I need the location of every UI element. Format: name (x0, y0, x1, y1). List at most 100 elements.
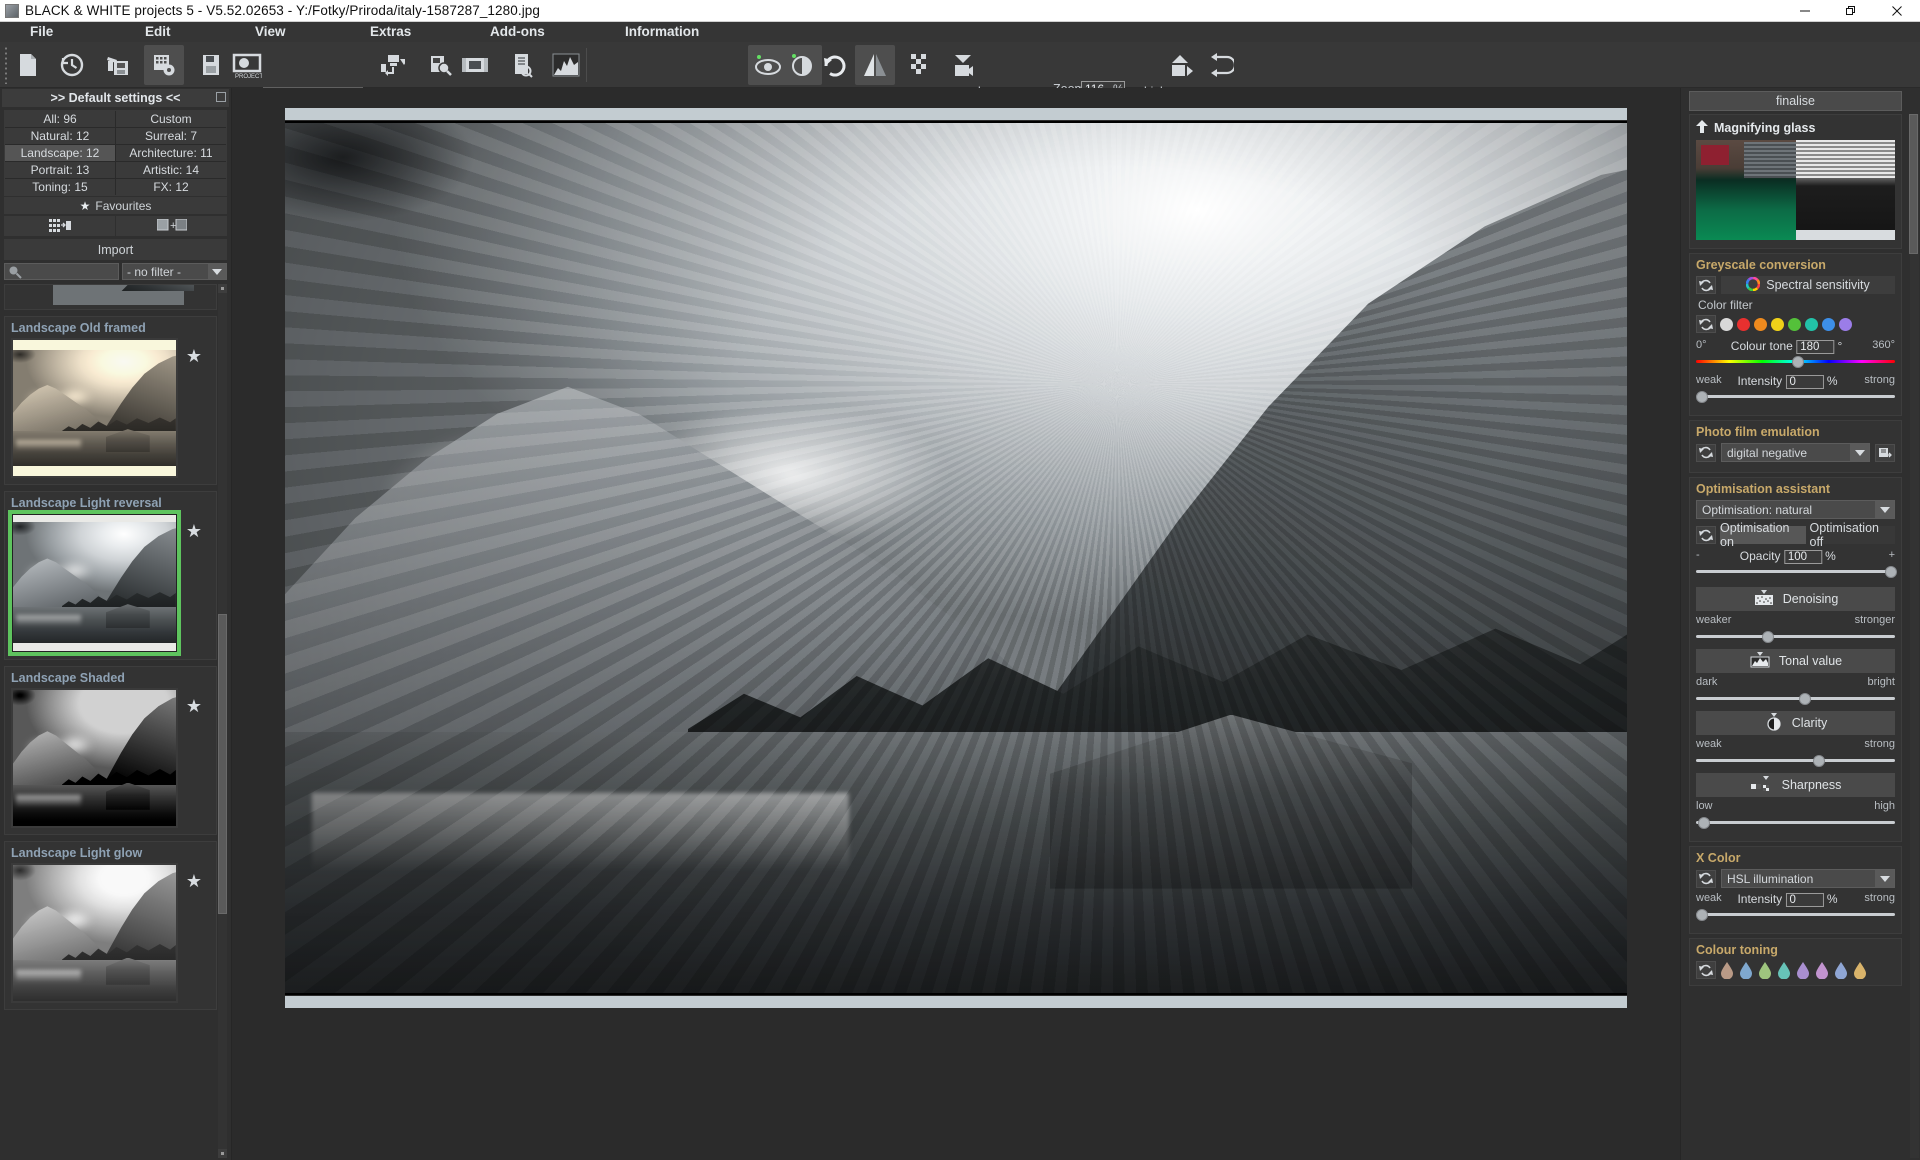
tone-drop-brown[interactable] (1719, 961, 1735, 980)
tone-drop-magenta[interactable] (1814, 961, 1830, 980)
search-input[interactable] (4, 263, 119, 280)
swatch-orange[interactable] (1754, 317, 1767, 331)
reset-icon[interactable] (1696, 315, 1716, 333)
preset-scrollbar[interactable] (218, 284, 227, 1158)
category-architecture[interactable]: Architecture: 11 (116, 145, 226, 161)
swatch-white[interactable] (1720, 317, 1733, 331)
sharpness-button[interactable]: Sharpness (1696, 773, 1895, 797)
preset-favourite-star[interactable]: ★ (178, 338, 210, 478)
chevron-down-icon[interactable] (1875, 501, 1894, 518)
magnifier-preview[interactable] (1696, 140, 1895, 240)
chevron-down-icon[interactable] (1875, 870, 1894, 887)
x-color-intensity-input[interactable]: 0 (1785, 892, 1824, 907)
fit-right-button[interactable] (1160, 45, 1200, 85)
scroll-down-button[interactable] (218, 1149, 227, 1158)
opacity-knob[interactable] (1885, 566, 1898, 578)
tonal-value-button[interactable]: Tonal value (1696, 649, 1895, 673)
minimize-button[interactable] (1782, 0, 1828, 22)
category-natural[interactable]: Natural: 12 (5, 128, 115, 144)
tone-drop-teal[interactable] (1776, 961, 1792, 980)
film-combo[interactable]: digital negative (1721, 443, 1870, 462)
default-settings-bar[interactable]: >> Default settings << (2, 89, 229, 107)
filmstrip-button[interactable] (455, 45, 495, 85)
sharpness-knob[interactable] (1697, 817, 1710, 829)
new-document-button[interactable] (8, 45, 48, 85)
flip-vertical-button[interactable] (1201, 45, 1241, 85)
x-color-combo[interactable]: HSL illumination (1721, 869, 1895, 888)
compare-presets-button[interactable]: + (116, 216, 227, 236)
tone-drop-periwinkle[interactable] (1833, 961, 1849, 980)
reset-icon[interactable] (1696, 526, 1716, 544)
save-preset-grid-button[interactable] (4, 216, 115, 236)
menu-view[interactable]: View (255, 22, 286, 42)
tone-drop-blue[interactable] (1738, 961, 1754, 980)
reset-icon[interactable] (1696, 961, 1716, 979)
restore-button[interactable] (1828, 0, 1874, 22)
preset-item-partial[interactable] (4, 284, 217, 310)
colour-tone-input[interactable]: 180 (1796, 339, 1835, 354)
colour-tone-slider[interactable] (1696, 356, 1895, 368)
category-artistic[interactable]: Artistic: 14 (116, 162, 226, 178)
swatch-teal[interactable] (1805, 317, 1818, 331)
x-color-intensity-slider[interactable] (1696, 909, 1895, 921)
category-landscape[interactable]: Landscape: 12 (5, 145, 115, 161)
preset-favourite-star[interactable]: ★ (178, 688, 210, 828)
save-button[interactable] (191, 45, 231, 85)
category-all[interactable]: All: 96 (5, 111, 115, 127)
clarity-button[interactable]: Clarity (1696, 711, 1895, 735)
projects-button[interactable]: PROJECTS (227, 45, 267, 85)
adjustments-scroll-thumb[interactable] (1909, 114, 1918, 254)
reset-icon[interactable] (1696, 443, 1716, 462)
category-surreal[interactable]: Surreal: 7 (116, 128, 226, 144)
menu-file[interactable]: File (30, 22, 53, 42)
category-fx[interactable]: FX: 12 (116, 179, 226, 195)
checker-button[interactable] (900, 45, 940, 85)
close-button[interactable] (1874, 0, 1920, 22)
menu-extras[interactable]: Extras (370, 22, 411, 42)
panel-detach-icon[interactable] (216, 92, 226, 102)
tone-drop-green[interactable] (1757, 961, 1773, 980)
opacity-input[interactable]: 100 (1783, 549, 1822, 564)
greyscale-intensity-slider[interactable] (1696, 391, 1895, 403)
preset-item-shaded[interactable]: Landscape Shaded ★ (4, 666, 217, 835)
preset-favourite-star[interactable]: ★ (178, 513, 210, 653)
category-toning[interactable]: Toning: 15 (5, 179, 115, 195)
preset-favourite-star[interactable]: ★ (178, 863, 210, 1003)
preset-thumbnail[interactable] (11, 863, 178, 1003)
reset-icon[interactable] (1696, 276, 1716, 294)
tone-drop-violet[interactable] (1795, 961, 1811, 980)
denoising-button[interactable]: Denoising (1696, 587, 1895, 611)
optimisation-on-button[interactable]: Optimisation on (1720, 521, 1806, 549)
image-viewport[interactable] (232, 88, 1680, 1160)
arrow-up-icon[interactable] (1696, 120, 1708, 136)
menu-information[interactable]: Information (625, 22, 699, 42)
spectral-sensitivity-button[interactable]: Spectral sensitivity (1721, 276, 1895, 294)
clarity-knob[interactable] (1813, 755, 1826, 767)
finalise-button[interactable]: finalise (1689, 91, 1902, 111)
preset-item-light-glow[interactable]: Landscape Light glow ★ (4, 841, 217, 1010)
swatch-blue[interactable] (1822, 317, 1835, 331)
preset-item-old-framed[interactable]: Landscape Old framed ★ (4, 316, 217, 485)
rotate-button[interactable] (814, 45, 854, 85)
swatch-red[interactable] (1737, 317, 1750, 331)
clarity-slider[interactable] (1696, 755, 1895, 767)
settings-button[interactable] (144, 45, 184, 85)
tonal-value-knob[interactable] (1799, 693, 1812, 705)
chevron-down-icon[interactable] (208, 264, 226, 279)
swatch-green[interactable] (1788, 317, 1801, 331)
menu-edit[interactable]: Edit (145, 22, 171, 42)
tone-drop-gold[interactable] (1852, 961, 1868, 980)
category-custom[interactable]: Custom (116, 111, 226, 127)
adjustments-scrollbar[interactable] (1909, 114, 1919, 1158)
favourites-button[interactable]: ★ Favourites (4, 197, 227, 214)
greyscale-intensity-knob[interactable] (1696, 391, 1708, 403)
edited-photo[interactable] (285, 121, 1627, 995)
tonal-value-slider[interactable] (1696, 693, 1895, 705)
sharpness-slider[interactable] (1696, 817, 1895, 829)
preset-thumbnail[interactable] (8, 510, 181, 656)
x-color-intensity-knob[interactable] (1696, 909, 1708, 921)
scroll-up-button[interactable] (218, 284, 227, 293)
swatch-purple[interactable] (1839, 317, 1852, 331)
category-portrait[interactable]: Portrait: 13 (5, 162, 115, 178)
history-button[interactable] (52, 45, 92, 85)
